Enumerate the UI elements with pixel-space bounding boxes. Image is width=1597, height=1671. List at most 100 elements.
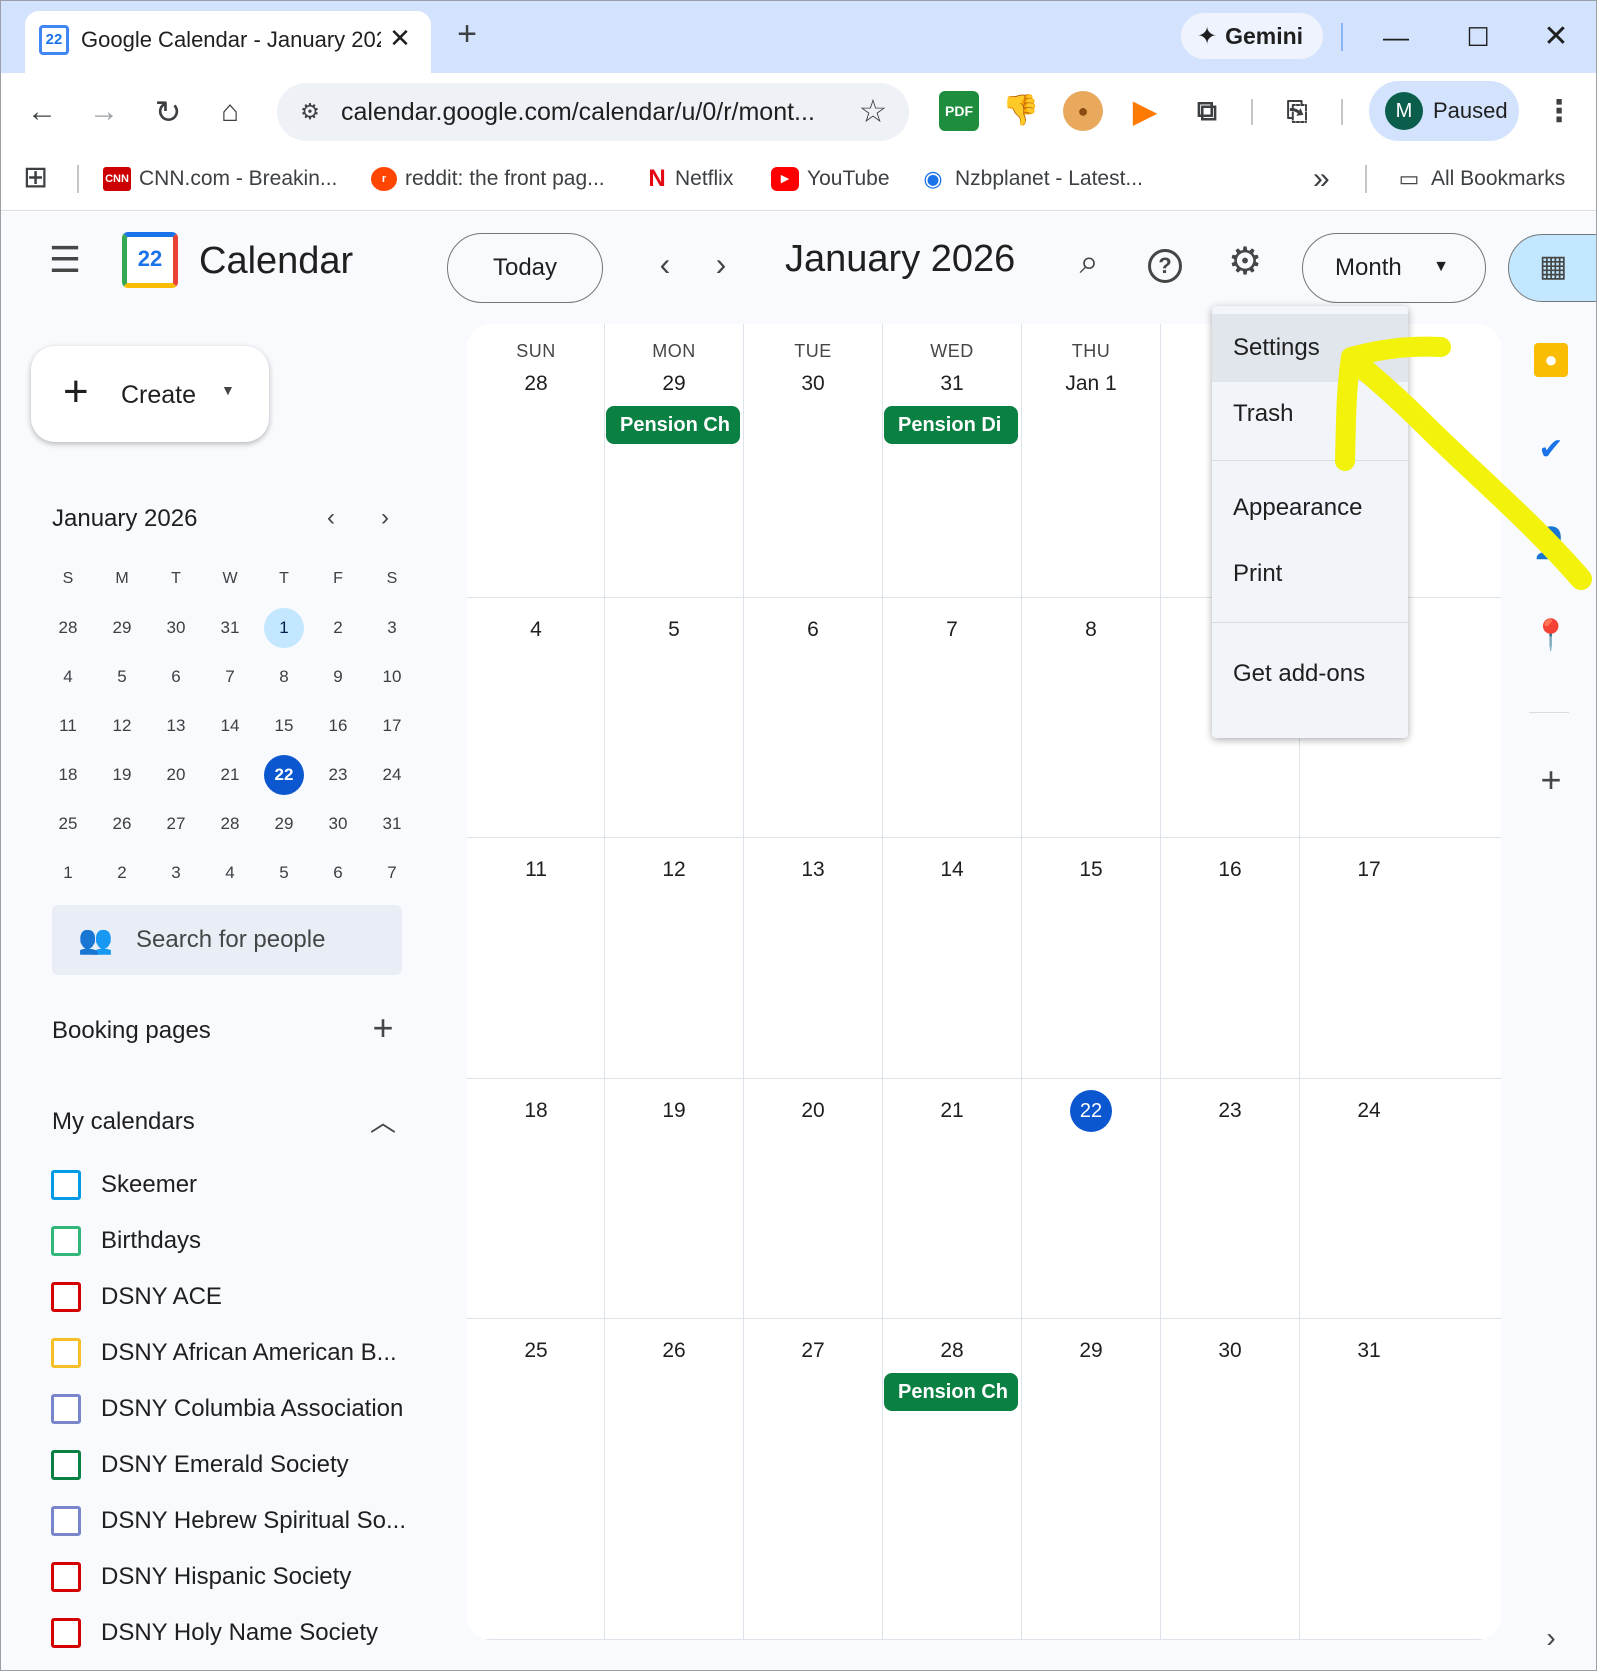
mini-day[interactable]: 31 [365, 799, 419, 848]
day-number[interactable]: 25 [467, 1329, 605, 1373]
mini-next-month-icon[interactable]: › [369, 502, 401, 534]
calendar-list-item[interactable]: DSNY Hebrew Spiritual So... [49, 1494, 429, 1550]
new-tab-button[interactable]: + [449, 17, 485, 53]
calendar-list-item[interactable]: Skeemer [49, 1158, 429, 1214]
day-cell[interactable]: SUN 28 [467, 324, 605, 597]
mini-day[interactable]: 6 [149, 652, 203, 701]
mini-day[interactable]: 4 [203, 848, 257, 897]
mini-day[interactable]: 21 [203, 750, 257, 799]
day-cell[interactable]: 15 [1022, 838, 1161, 1078]
url-text[interactable]: calendar.google.com/calendar/u/0/r/mont.… [341, 95, 821, 129]
mini-day[interactable]: 14 [203, 701, 257, 750]
day-number[interactable]: 19 [605, 1089, 743, 1133]
day-cell[interactable]: TUE 30 [744, 324, 883, 597]
day-cell[interactable]: 17 [1300, 838, 1501, 1078]
day-cell[interactable]: 21 [883, 1079, 1022, 1318]
all-bookmarks[interactable]: ▭ All Bookmarks [1395, 161, 1565, 197]
mini-day[interactable]: 11 [41, 701, 95, 750]
day-cell[interactable]: 18 [467, 1079, 605, 1318]
close-tab-icon[interactable]: ✕ [385, 23, 415, 53]
day-number[interactable]: 31 [883, 362, 1021, 406]
day-number[interactable]: 6 [744, 608, 882, 652]
day-number[interactable]: 4 [467, 608, 605, 652]
day-number[interactable]: 26 [605, 1329, 743, 1373]
mini-day[interactable]: 8 [257, 652, 311, 701]
expand-panel-icon[interactable]: › [1531, 1618, 1571, 1658]
site-settings-icon[interactable]: ⚙ [293, 95, 327, 129]
event-chip[interactable]: Pension Ch [606, 406, 740, 444]
search-icon[interactable]: ⌕ [1065, 238, 1113, 286]
today-button[interactable]: Today [447, 233, 603, 303]
calendar-list-item[interactable]: DSNY Holy Name Society [49, 1606, 429, 1662]
day-number[interactable]: 7 [883, 608, 1021, 652]
mini-day[interactable]: 31 [203, 603, 257, 652]
mini-day[interactable]: 15 [257, 701, 311, 750]
mini-day[interactable]: 6 [311, 848, 365, 897]
day-cell[interactable]: 19 [605, 1079, 744, 1318]
extensions-icon[interactable]: ⧉ [1187, 91, 1227, 131]
calendar-checkbox[interactable] [51, 1282, 81, 1312]
calendar-logo[interactable]: 22 [122, 232, 178, 288]
help-icon[interactable]: ? [1141, 238, 1189, 286]
calendar-list-item[interactable]: DSNY Columbia Association [49, 1382, 429, 1438]
more-bookmarks-icon[interactable]: » [1313, 161, 1330, 197]
calendar-checkbox[interactable] [51, 1506, 81, 1536]
mini-day[interactable]: 17 [365, 701, 419, 750]
mini-day[interactable]: 29 [257, 799, 311, 848]
day-cell[interactable]: THU Jan 1 [1022, 324, 1161, 597]
calendar-list-item[interactable]: DSNY African American B... [49, 1326, 429, 1382]
mini-day[interactable]: 7 [203, 652, 257, 701]
day-cell[interactable]: 14 [883, 838, 1022, 1078]
calendar-view-icon[interactable]: ▦ [1508, 234, 1596, 302]
day-number[interactable]: 16 [1161, 848, 1299, 892]
minimize-icon[interactable]: — [1371, 15, 1421, 59]
mini-day[interactable]: 9 [311, 652, 365, 701]
main-menu-icon[interactable]: ☰ [45, 240, 85, 280]
home-icon[interactable]: ⌂ [209, 91, 251, 133]
mini-day[interactable]: 25 [41, 799, 95, 848]
mini-day[interactable]: 16 [311, 701, 365, 750]
day-number[interactable]: 23 [1161, 1089, 1299, 1133]
settings-gear-icon[interactable]: ⚙ [1221, 238, 1269, 286]
calendar-list-item[interactable]: DSNY Hispanic Society [49, 1550, 429, 1606]
calendar-checkbox[interactable] [51, 1226, 81, 1256]
day-cell[interactable]: 29 [1022, 1319, 1161, 1639]
day-cell[interactable]: 4 [467, 598, 605, 837]
tasks-icon[interactable]: ✔ [1531, 430, 1571, 470]
play-extension-icon[interactable]: ▶ [1125, 91, 1165, 131]
day-cell[interactable]: 5 [605, 598, 744, 837]
mini-day[interactable]: 28 [203, 799, 257, 848]
mini-day[interactable]: 4 [41, 652, 95, 701]
mini-day[interactable]: 1 [41, 848, 95, 897]
day-number[interactable]: 14 [883, 848, 1021, 892]
add-booking-page-icon[interactable]: + [363, 1008, 403, 1048]
mini-prev-month-icon[interactable]: ‹ [315, 502, 347, 534]
calendar-checkbox[interactable] [51, 1170, 81, 1200]
day-cell[interactable]: 7 [883, 598, 1022, 837]
menu-item-settings[interactable]: Settings [1212, 314, 1408, 382]
create-button[interactable]: + Create ▼ [31, 346, 269, 442]
calendar-checkbox[interactable] [51, 1338, 81, 1368]
day-number[interactable]: 27 [744, 1329, 882, 1373]
view-selector[interactable]: Month ▼ [1302, 233, 1486, 303]
bookmark-cnn[interactable]: CNN CNN.com - Breakin... [103, 161, 337, 197]
mini-day[interactable]: 3 [365, 603, 419, 652]
day-cell[interactable]: 6 [744, 598, 883, 837]
contacts-icon[interactable]: 👤 [1531, 524, 1571, 564]
day-number[interactable]: 29 [1022, 1329, 1160, 1373]
calendar-checkbox[interactable] [51, 1618, 81, 1648]
calendar-checkbox[interactable] [51, 1562, 81, 1592]
active-tab[interactable]: 22 Google Calendar - January 2026 ✕ [25, 11, 431, 73]
profile-button[interactable]: M Paused [1369, 81, 1519, 141]
event-chip[interactable]: Pension Di [884, 406, 1018, 444]
apps-grid-icon[interactable]: ⊞ [23, 163, 53, 193]
day-cell[interactable]: MON 29 Pension Ch [605, 324, 744, 597]
calendar-list-item[interactable]: DSNY ACE [49, 1270, 429, 1326]
menu-item-appearance[interactable]: Appearance [1212, 474, 1408, 542]
mini-day[interactable]: 5 [95, 652, 149, 701]
address-bar[interactable]: ⚙ calendar.google.com/calendar/u/0/r/mon… [277, 83, 909, 141]
day-number[interactable]: 30 [1161, 1329, 1299, 1373]
next-period-icon[interactable]: › [699, 242, 743, 286]
day-number[interactable]: 29 [605, 362, 743, 406]
keep-icon[interactable]: ● [1531, 338, 1571, 378]
